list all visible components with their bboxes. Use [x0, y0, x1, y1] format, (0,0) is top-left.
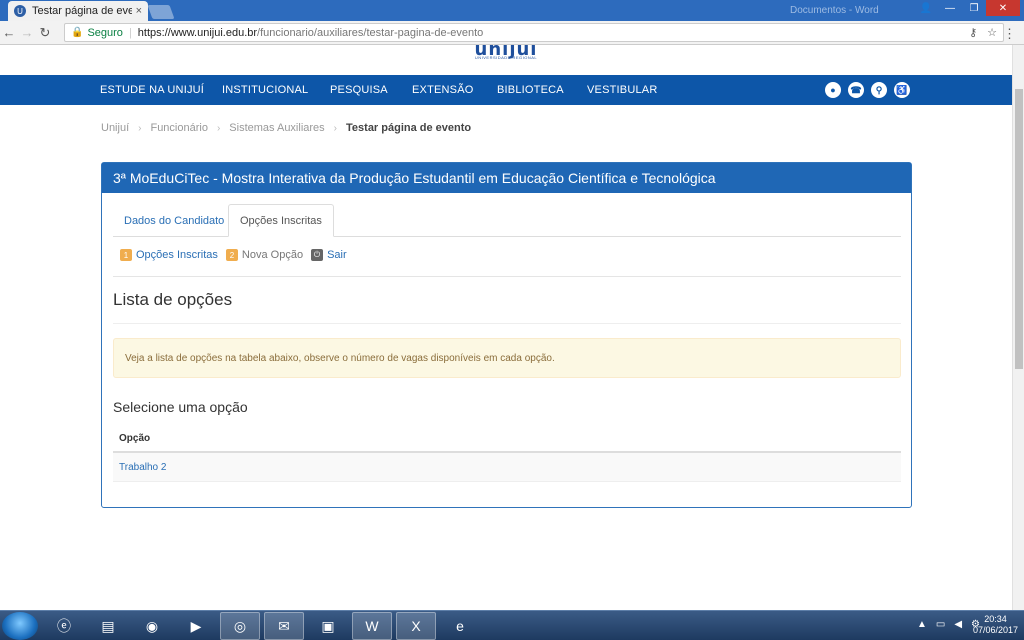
address-separator: | — [128, 26, 132, 39]
breadcrumb-item-unijui[interactable]: Unijuí — [101, 122, 129, 134]
window-title-text: Documentos - Word — [790, 5, 879, 16]
folder-icon[interactable]: ▤ — [88, 612, 128, 640]
secure-label: Seguro — [87, 26, 123, 39]
sair-label: Sair — [327, 249, 347, 261]
forward-icon[interactable]: → — [18, 25, 36, 40]
logo-wordmark: unijuí — [474, 45, 538, 60]
browser-tab[interactable]: U Testar página de evento × — [8, 1, 148, 21]
start-button[interactable] — [2, 612, 38, 640]
nav-item-estude[interactable]: ESTUDE NA UNIJUÍ — [100, 84, 204, 96]
nav-item-biblioteca[interactable]: BIBLIOTECA — [497, 84, 564, 96]
minimize-icon[interactable]: — — [938, 0, 962, 16]
logo-subtitle: UNIVERSIDADE REGIONAL — [474, 55, 538, 60]
url-host: https://www.unijui.edu.br — [137, 26, 258, 39]
new-tab-button[interactable] — [147, 5, 175, 19]
app-icon[interactable]: ▣ — [308, 612, 348, 640]
panel-title: 3ª MoEduCiTec - Mostra Interativa da Pro… — [102, 163, 911, 193]
list-heading: Lista de opções — [113, 290, 233, 309]
nav-item-pesquisa[interactable]: PESQUISA — [330, 84, 388, 96]
option-link-trabalho-2[interactable]: Trabalho 2 — [119, 462, 166, 473]
breadcrumb-item-funcionario[interactable]: Funcionário — [150, 122, 207, 134]
breadcrumb-current: Testar página de evento — [346, 122, 472, 134]
nav-item-extensao[interactable]: EXTENSÃO — [412, 84, 474, 96]
lock-icon: 🔒 — [71, 27, 84, 38]
omnibox-icons: ⚷ ☆ — [969, 26, 997, 39]
taskbar: ⓔ ▤ ◉ ▶ ◎ ✉ ▣ W X e ▲ ▭ ◀ ⚙ 20:34 07/06/… — [0, 610, 1024, 640]
user-icon[interactable]: ● — [825, 82, 841, 98]
nav-icon-group: ● ☎ ⚲ ♿ — [825, 82, 910, 98]
nova-opcao-label: Nova Opção — [241, 249, 304, 261]
maximize-icon[interactable]: ❐ — [962, 0, 986, 16]
chevron-right-icon: › — [216, 122, 221, 134]
step-2-badge: 2 — [225, 249, 238, 261]
ie-icon[interactable]: ⓔ — [44, 612, 84, 640]
breadcrumb-item-sistemas[interactable]: Sistemas Auxiliares — [229, 122, 324, 134]
network-icon[interactable]: ▭ — [936, 619, 945, 630]
back-icon[interactable]: ← — [0, 25, 18, 40]
nova-opcao-link[interactable]: 2 Nova Opção — [225, 249, 304, 261]
taskbar-clock[interactable]: 20:34 07/06/2017 — [973, 614, 1018, 636]
nav-item-vestibular[interactable]: VESTIBULAR — [587, 84, 657, 96]
site-logo[interactable]: unijuí UNIVERSIDADE REGIONAL — [466, 45, 546, 61]
phone-icon[interactable]: ☎ — [848, 82, 864, 98]
browser-menu-icon[interactable]: ⋮ — [1003, 26, 1016, 42]
action-links: 1 Opções Inscritas 2 Nova Opção ⏻ Sair — [120, 249, 347, 261]
clock-date: 07/06/2017 — [972, 625, 1018, 635]
opcoes-inscritas-label: Opções Inscritas — [136, 249, 218, 261]
chevron-right-icon: › — [333, 122, 338, 134]
page-viewport: unijuí UNIVERSIDADE REGIONAL ESTUDE NA U… — [0, 45, 1012, 610]
page-scrollbar[interactable] — [1012, 45, 1024, 610]
breadcrumb: Unijuí › Funcionário › Sistemas Auxiliar… — [101, 122, 471, 134]
bookmark-star-icon[interactable]: ☆ — [987, 26, 997, 39]
url-path: /funcionario/auxiliares/testar-pagina-de… — [257, 26, 484, 39]
browser-toolbar: ← → ↻ 🔒 Seguro | https://www.unijui.edu.… — [0, 21, 1024, 45]
step-1-badge: 1 — [120, 249, 132, 261]
tab-opcoes-inscritas[interactable]: Opções Inscritas — [228, 204, 334, 237]
firefox-icon[interactable]: ◉ — [132, 612, 172, 640]
tab-dados-candidato[interactable]: Dados do Candidato — [113, 204, 235, 237]
power-icon: ⏻ — [311, 249, 324, 261]
table-header-opcao: Opção — [113, 425, 901, 453]
options-table: Opção Trabalho 2 — [113, 425, 901, 482]
tray-expand-icon[interactable]: ▲ — [917, 619, 927, 630]
divider — [113, 323, 901, 324]
edge-icon[interactable]: e — [440, 612, 480, 640]
nav-item-institucional[interactable]: INSTITUCIONAL — [222, 84, 308, 96]
browser-tab-title: Testar página de evento — [32, 5, 132, 17]
site-favicon-icon: U — [14, 5, 26, 17]
reload-icon[interactable]: ↻ — [36, 25, 54, 41]
accessibility-icon[interactable]: ♿ — [894, 82, 910, 98]
scrollbar-thumb[interactable] — [1015, 89, 1023, 369]
outlook-icon[interactable]: ✉ — [264, 612, 304, 640]
key-icon[interactable]: ⚷ — [969, 26, 977, 39]
window-controls: 👤 — ❐ ✕ — [914, 0, 1020, 16]
divider — [113, 276, 901, 277]
search-icon[interactable]: ⚲ — [871, 82, 887, 98]
table-row[interactable]: Trabalho 2 — [113, 453, 901, 482]
main-navigation: ESTUDE NA UNIJUÍ INSTITUCIONAL PESQUISA … — [0, 75, 1012, 105]
event-panel: 3ª MoEduCiTec - Mostra Interativa da Pro… — [101, 162, 912, 508]
profile-icon[interactable]: 👤 — [914, 0, 938, 16]
select-heading: Selecione uma opção — [113, 399, 248, 415]
chrome-icon[interactable]: ◎ — [220, 612, 260, 640]
browser-tabstrip: U Testar página de evento × Documentos -… — [0, 0, 1024, 21]
excel-icon[interactable]: X — [396, 612, 436, 640]
tab-close-icon[interactable]: × — [136, 5, 142, 17]
media-player-icon[interactable]: ▶ — [176, 612, 216, 640]
system-tray: ▲ ▭ ◀ ⚙ — [917, 619, 980, 630]
clock-time: 20:34 — [984, 614, 1007, 624]
chevron-right-icon: › — [138, 122, 142, 134]
close-window-icon[interactable]: ✕ — [986, 0, 1020, 16]
panel-tabs: Dados do Candidato Opções Inscritas — [113, 204, 901, 237]
sair-link[interactable]: ⏻ Sair — [311, 249, 347, 261]
word-icon[interactable]: W — [352, 612, 392, 640]
address-bar[interactable]: 🔒 Seguro | https://www.unijui.edu.br /fu… — [64, 23, 1004, 42]
volume-icon[interactable]: ◀ — [954, 619, 962, 630]
opcoes-inscritas-link[interactable]: 1 Opções Inscritas — [120, 249, 218, 261]
info-alert: Veja a lista de opções na tabela abaixo,… — [113, 338, 901, 378]
